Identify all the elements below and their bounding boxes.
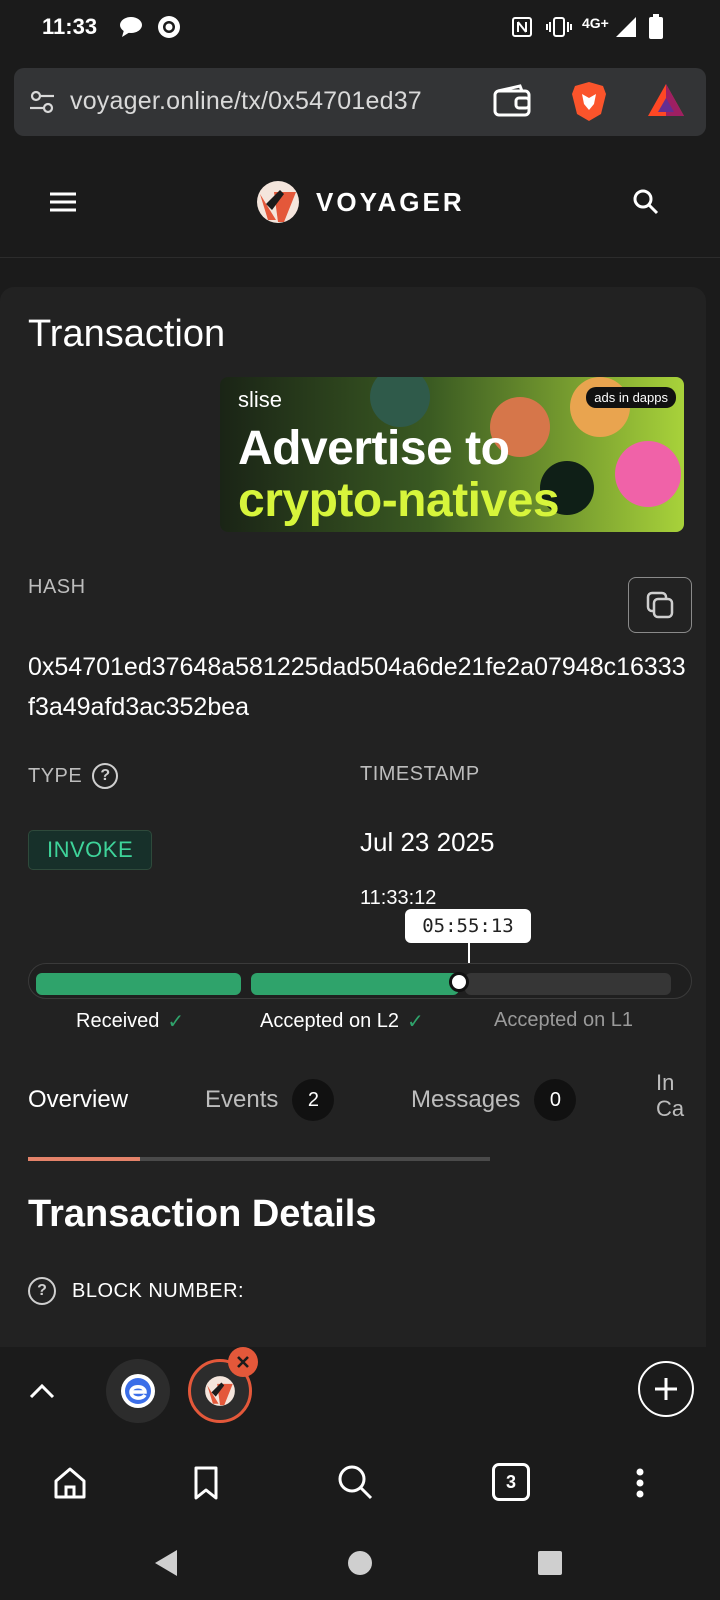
more-options-icon[interactable] (632, 1463, 648, 1503)
type-label: TYPE (28, 764, 83, 787)
chat-notification-icon (118, 14, 146, 40)
status-progress-bar (28, 963, 692, 999)
timestamp-date: Jul 23 2025 (360, 827, 495, 857)
status-time: 11:33 (42, 14, 98, 39)
plus-icon (655, 1378, 677, 1400)
tab-events[interactable]: Events 2 (205, 1070, 335, 1130)
ad-brand: slise (238, 387, 283, 412)
brave-rewards-icon[interactable] (646, 82, 686, 125)
stage-accepted-l2: Accepted on L2 ✓ (260, 1009, 424, 1034)
tab-switcher-button[interactable]: 3 (492, 1463, 530, 1501)
battery-icon (648, 14, 664, 40)
new-tab-button[interactable] (638, 1361, 694, 1417)
browser-bottom-nav: 3 (0, 1439, 720, 1527)
ad-decoration (615, 441, 681, 507)
progress-segment-l1 (465, 973, 671, 995)
progress-segment-received (36, 973, 241, 995)
check-icon: ✓ (407, 1011, 424, 1033)
page-title: Transaction (28, 313, 226, 355)
timestamp-time: 11:33:12 (360, 887, 437, 909)
ad-headline-2: crypto-natives (238, 474, 560, 527)
voyager-favicon-icon (205, 1376, 235, 1406)
transaction-hash: 0x54701ed37648a581225dad504a6de21fe2a079… (28, 653, 686, 721)
stage-received: Received ✓ (76, 1009, 184, 1034)
wallet-icon[interactable] (492, 84, 532, 125)
tab-label: Messages (411, 1086, 521, 1113)
help-icon[interactable]: ? (92, 763, 119, 789)
browser-tab-strip (0, 1347, 720, 1439)
block-number-row: ? BLOCK NUMBER: (28, 1277, 244, 1305)
tab-label: In (656, 1070, 675, 1095)
transaction-card: Transaction slise Advertise to crypto-na… (0, 287, 706, 1347)
section-title: Transaction Details (28, 1193, 377, 1235)
tab-label-line2: Ca (656, 1096, 685, 1121)
chevron-up-icon[interactable] (26, 1375, 58, 1407)
elapsed-time-tooltip: 05:55:13 (405, 909, 531, 943)
progress-knob (449, 972, 469, 992)
stage-label: Accepted on L1 (494, 1009, 633, 1031)
tab-label: Overview (28, 1086, 129, 1113)
type-badge: INVOKE (28, 830, 153, 870)
ad-decoration (370, 377, 430, 427)
voyager-logo-icon (257, 181, 299, 223)
tab-favicon-e[interactable] (106, 1359, 170, 1423)
stage-accepted-l1: Accepted on L1 (494, 1009, 633, 1032)
network-type: 4G+ (582, 15, 609, 31)
stage-label: Accepted on L2 (260, 1010, 399, 1032)
back-icon[interactable] (150, 1547, 182, 1579)
tab-overview[interactable]: Overview (28, 1070, 128, 1130)
bookmark-icon[interactable] (186, 1463, 226, 1503)
search-icon[interactable] (334, 1461, 376, 1503)
signal-icon (614, 14, 638, 40)
hamburger-menu-icon[interactable] (48, 190, 78, 219)
tabs-active-indicator (28, 1157, 140, 1161)
tab-label: Events (205, 1086, 279, 1113)
nfc-icon (510, 14, 534, 40)
voyager-logo[interactable]: VOYAGER (254, 180, 465, 224)
block-number-label: BLOCK NUMBER: (72, 1279, 245, 1302)
status-bar: 11:33 4G+ (0, 0, 720, 56)
home-nav-icon[interactable] (346, 1549, 374, 1577)
close-tab-icon[interactable] (228, 1347, 258, 1377)
android-nav-bar (0, 1527, 720, 1600)
url-text[interactable]: voyager.online/tx/0x54701ed37 (70, 87, 480, 116)
progress-segment-l2 (251, 973, 459, 995)
hash-label: HASH (28, 576, 86, 598)
copy-icon (646, 591, 674, 619)
logo-text: VOYAGER (316, 186, 465, 217)
copy-hash-button[interactable] (628, 577, 692, 633)
e-site-icon (121, 1374, 155, 1408)
type-label-row: TYPE ? (28, 763, 119, 789)
tab-bar: Overview Events 2 Messages 0 In Ca (28, 1070, 708, 1140)
tab-messages[interactable]: Messages 0 (411, 1070, 577, 1130)
stage-label: Received (76, 1010, 160, 1032)
search-icon[interactable] (632, 188, 660, 221)
help-icon[interactable]: ? (28, 1277, 56, 1305)
ad-tag[interactable]: ads in dapps (586, 387, 676, 408)
address-bar[interactable]: voyager.online/tx/0x54701ed37 (14, 68, 706, 136)
home-icon[interactable] (50, 1463, 90, 1503)
brave-shields-icon[interactable] (570, 80, 608, 127)
site-header: VOYAGER (0, 150, 720, 258)
recents-icon[interactable] (536, 1549, 564, 1577)
ad-headline-1: Advertise to (238, 422, 510, 475)
tab-count-badge: 2 (292, 1079, 335, 1121)
vibrate-icon (546, 14, 572, 40)
tab-internal-calls[interactable]: In Ca (656, 1070, 686, 1130)
check-icon: ✓ (167, 1011, 185, 1033)
ad-banner[interactable]: slise Advertise to crypto-natives ads in… (220, 377, 684, 532)
site-settings-icon[interactable] (28, 88, 56, 121)
timestamp-label: TIMESTAMP (360, 763, 480, 785)
tab-count-badge: 0 (534, 1079, 577, 1121)
record-notification-icon (156, 14, 182, 40)
